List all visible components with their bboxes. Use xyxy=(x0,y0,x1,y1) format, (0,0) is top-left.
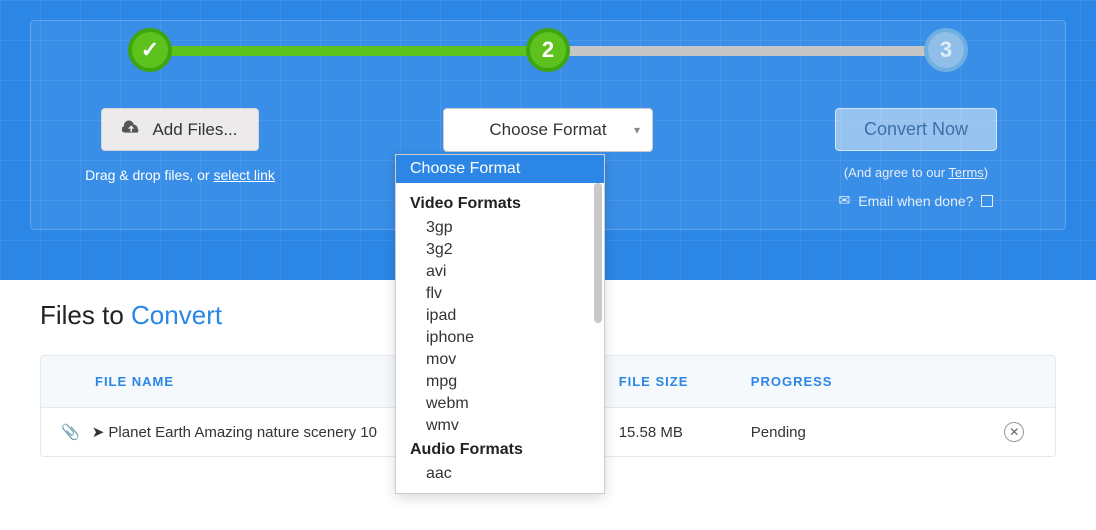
dropdown-item-webm[interactable]: webm xyxy=(396,393,604,415)
dropdown-group-video: Video Formats xyxy=(396,191,604,217)
dropdown-body: Video Formats 3gp3g2aviflvipadiphonemovm… xyxy=(396,183,604,493)
dropdown-item-flv[interactable]: flv xyxy=(396,283,604,305)
step-1-done: ✓ xyxy=(128,28,172,72)
agree-terms-text: (And agree to our Terms) xyxy=(766,165,1066,180)
file-name-cell: ➤ Planet Earth Amazing nature scenery 10 xyxy=(92,423,377,441)
add-files-button[interactable]: Add Files... xyxy=(101,108,258,151)
files-title-prefix: Files to xyxy=(40,300,131,330)
choose-format-label: Choose Format xyxy=(489,120,606,140)
dropdown-selected-option[interactable]: Choose Format xyxy=(396,155,604,183)
email-when-done-label: Email when done? xyxy=(858,193,973,209)
stepper: ✓ 2 3 xyxy=(150,46,946,56)
col-actions xyxy=(1004,374,1055,389)
convert-column: Convert Now (And agree to our Terms) ✉ E… xyxy=(766,108,1066,209)
dropdown-item-avi[interactable]: avi xyxy=(396,261,604,283)
dropdown-group-audio: Audio Formats xyxy=(396,437,604,463)
terms-link[interactable]: Terms xyxy=(948,165,983,180)
dropdown-scrollbar[interactable] xyxy=(594,183,602,323)
stepper-bar-done xyxy=(150,46,548,56)
agree-prefix: (And agree to our xyxy=(844,165,949,180)
drag-drop-text: Drag & drop files, or xyxy=(85,167,213,183)
col-progress: PROGRESS xyxy=(751,374,1005,389)
file-progress-cell: Pending xyxy=(751,424,1005,441)
email-when-done-checkbox[interactable] xyxy=(981,195,993,207)
upload-cloud-icon xyxy=(122,119,142,140)
step-2-current: 2 xyxy=(526,28,570,72)
drag-drop-hint: Drag & drop files, or select link xyxy=(30,167,330,183)
add-files-column: Add Files... Drag & drop files, or selec… xyxy=(30,108,330,209)
dropdown-item-mov[interactable]: mov xyxy=(396,349,604,371)
email-when-done-row: ✉ Email when done? xyxy=(766,192,1066,209)
format-dropdown: Choose Format Video Formats 3gp3g2aviflv… xyxy=(395,154,605,494)
dropdown-item-iphone[interactable]: iphone xyxy=(396,327,604,349)
dropdown-item-ipad[interactable]: ipad xyxy=(396,305,604,327)
dropdown-item-3g2[interactable]: 3g2 xyxy=(396,239,604,261)
files-title-accent: Convert xyxy=(131,300,222,330)
convert-now-button[interactable]: Convert Now xyxy=(835,108,997,151)
file-size-cell: 15.58 MB xyxy=(599,424,751,441)
stepper-bar-todo xyxy=(548,46,946,56)
select-link[interactable]: select link xyxy=(213,167,274,183)
mail-icon: ✉ xyxy=(839,192,851,209)
col-file-size: FILE SIZE xyxy=(599,374,751,389)
add-files-label: Add Files... xyxy=(152,120,237,140)
choose-format-select[interactable]: Choose Format xyxy=(443,108,653,152)
dropdown-item-aac[interactable]: aac xyxy=(396,463,604,485)
dropdown-item-mpg[interactable]: mpg xyxy=(396,371,604,393)
remove-file-button[interactable]: ✕ xyxy=(1004,422,1024,442)
step-3-upcoming: 3 xyxy=(924,28,968,72)
dropdown-item-3gp[interactable]: 3gp xyxy=(396,217,604,239)
agree-suffix: ) xyxy=(984,165,988,180)
attachment-icon: 📎 xyxy=(61,423,80,441)
dropdown-item-wmv[interactable]: wmv xyxy=(396,415,604,437)
